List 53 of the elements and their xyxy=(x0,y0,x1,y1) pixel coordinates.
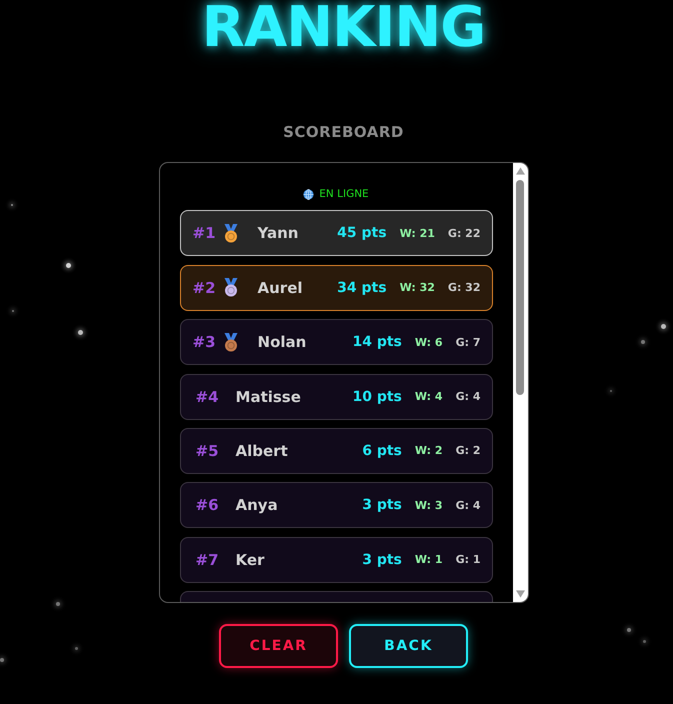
wins-label: W: 6 xyxy=(414,336,443,349)
status-label: EN LIGNE xyxy=(319,187,369,201)
scroll-down-icon[interactable] xyxy=(516,590,524,598)
games-label: G: 2 xyxy=(456,444,480,458)
player-name: Anya xyxy=(236,496,278,514)
wins-label: W: 32 xyxy=(400,281,435,294)
glow-dot-icon xyxy=(75,647,78,650)
points-label: 3 pts xyxy=(362,497,402,514)
back-button[interactable]: BACK xyxy=(349,624,468,668)
points-label: 34 pts xyxy=(337,280,387,296)
wins-label: W: 1 xyxy=(414,553,443,566)
games-label: G: 32 xyxy=(448,281,480,294)
points-label: 3 pts xyxy=(362,552,402,568)
glow-dot-icon xyxy=(661,324,666,329)
glow-dot-icon xyxy=(643,640,646,643)
rank-label: #3 xyxy=(192,333,216,352)
rank-label: #5 xyxy=(196,442,219,460)
games-label: G: 7 xyxy=(456,336,480,349)
glow-dot-icon xyxy=(0,658,4,662)
page-title: RANKING xyxy=(202,0,486,56)
player-name: Nolan xyxy=(258,333,306,352)
scroll-up-icon[interactable] xyxy=(516,167,524,175)
wins-label: W: 2 xyxy=(414,444,443,458)
player-name: Matisse xyxy=(236,388,301,406)
games-label: G: 4 xyxy=(456,498,480,512)
globe-icon xyxy=(303,188,314,200)
rank-label: #2 xyxy=(192,278,216,297)
rank-label: #4 xyxy=(196,388,219,406)
points-label: 14 pts xyxy=(352,334,402,350)
wins-label: W: 3 xyxy=(414,498,443,512)
glow-dot-icon xyxy=(627,628,631,632)
wins-label: W: 4 xyxy=(414,390,443,404)
glow-dot-icon xyxy=(78,330,83,335)
player-name: Ker xyxy=(236,550,264,569)
games-label: G: 1 xyxy=(456,553,480,566)
player-name: Yann xyxy=(258,224,298,242)
glow-dot-icon xyxy=(56,602,60,606)
points-label: 45 pts xyxy=(337,225,387,242)
games-label: G: 22 xyxy=(448,226,480,240)
games-label: G: 4 xyxy=(456,390,480,404)
rank-label: #7 xyxy=(196,550,219,569)
clear-button[interactable]: CLEAR xyxy=(219,624,338,668)
scoreboard-heading: SCOREBOARD xyxy=(283,122,404,142)
glow-dot-icon xyxy=(66,263,71,268)
scroll-thumb[interactable] xyxy=(516,180,524,395)
points-label: 10 pts xyxy=(352,388,402,405)
wins-label: W: 21 xyxy=(400,226,435,240)
points-label: 6 pts xyxy=(362,442,402,459)
glow-dot-icon xyxy=(641,340,645,344)
rank-label: #6 xyxy=(196,496,219,514)
rank-label: #1 xyxy=(192,224,216,242)
player-name: Aurel xyxy=(258,278,303,297)
player-name: Albert xyxy=(236,442,288,460)
